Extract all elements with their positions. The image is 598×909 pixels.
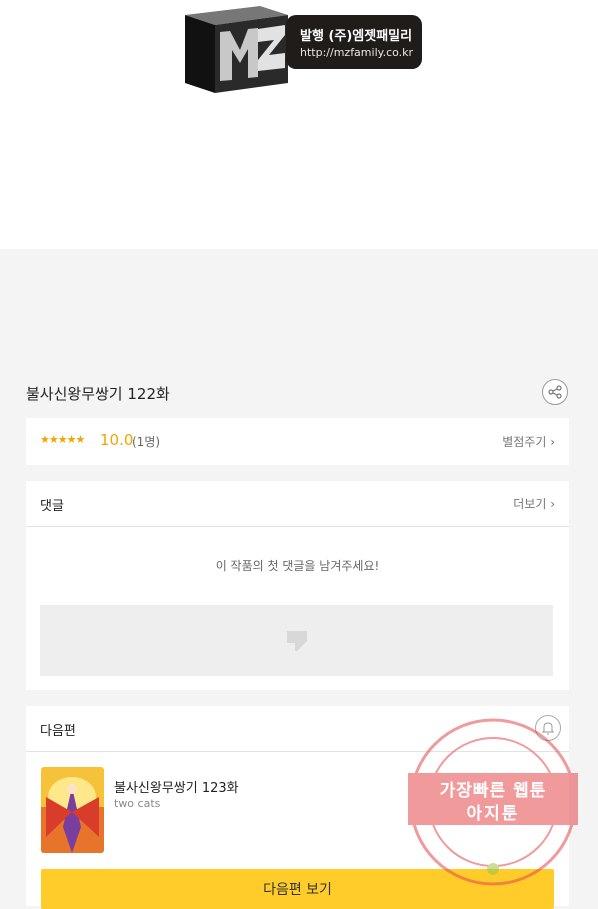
notification-button[interactable] [535, 715, 561, 741]
comments-header: 댓글 더보기 › [26, 481, 569, 527]
publisher-url: http://mzfamily.co.kr [300, 46, 414, 59]
next-episode-author: two cats [114, 797, 161, 810]
comments-title: 댓글 [40, 499, 64, 514]
next-episode-card: 다음편 불사신왕무쌍기 123화 two cats 다음편 보기 [26, 706, 569, 909]
comments-more-link[interactable]: 더보기 › [513, 495, 555, 512]
rating-count: (1명) [132, 435, 161, 449]
publisher-logo: 발행 (주)엠젯패밀리 http://mzfamily.co.kr [182, 5, 422, 95]
publisher-label: 발행 (주)엠젯패밀리 http://mzfamily.co.kr [286, 15, 422, 69]
thumbnail-art [41, 767, 104, 853]
comment-icon [287, 631, 307, 651]
next-episode-button[interactable]: 다음편 보기 [41, 869, 554, 909]
bell-icon [541, 722, 555, 735]
comments-card: 댓글 더보기 › 이 작품의 첫 댓글을 남겨주세요! [26, 481, 569, 690]
rating-score: 10.0 [100, 431, 134, 449]
rating-stars: ★★★★★ [40, 433, 85, 446]
rate-button[interactable]: 별점주기 › [502, 433, 555, 450]
share-icon [548, 385, 562, 399]
empty-comments-message: 이 작품의 첫 댓글을 남겨주세요! [215, 559, 380, 573]
next-episode-title[interactable]: 불사신왕무쌍기 123화 [114, 777, 239, 796]
episode-title: 불사신왕무쌍기 122화 [26, 385, 170, 403]
ad-banner-area: 발행 (주)엠젯패밀리 http://mzfamily.co.kr [0, 0, 598, 249]
comment-input-area[interactable] [40, 605, 553, 676]
rating-card: ★★★★★ 10.0 (1명) 별점주기 › [26, 418, 569, 465]
next-episode-section-title: 다음편 [40, 724, 76, 739]
mz-cube-logo [185, 6, 288, 93]
publisher-name: 발행 (주)엠젯패밀리 [300, 29, 413, 44]
next-episode-header: 다음편 [26, 706, 569, 752]
share-button[interactable] [542, 379, 568, 405]
next-episode-thumbnail[interactable] [41, 767, 104, 853]
